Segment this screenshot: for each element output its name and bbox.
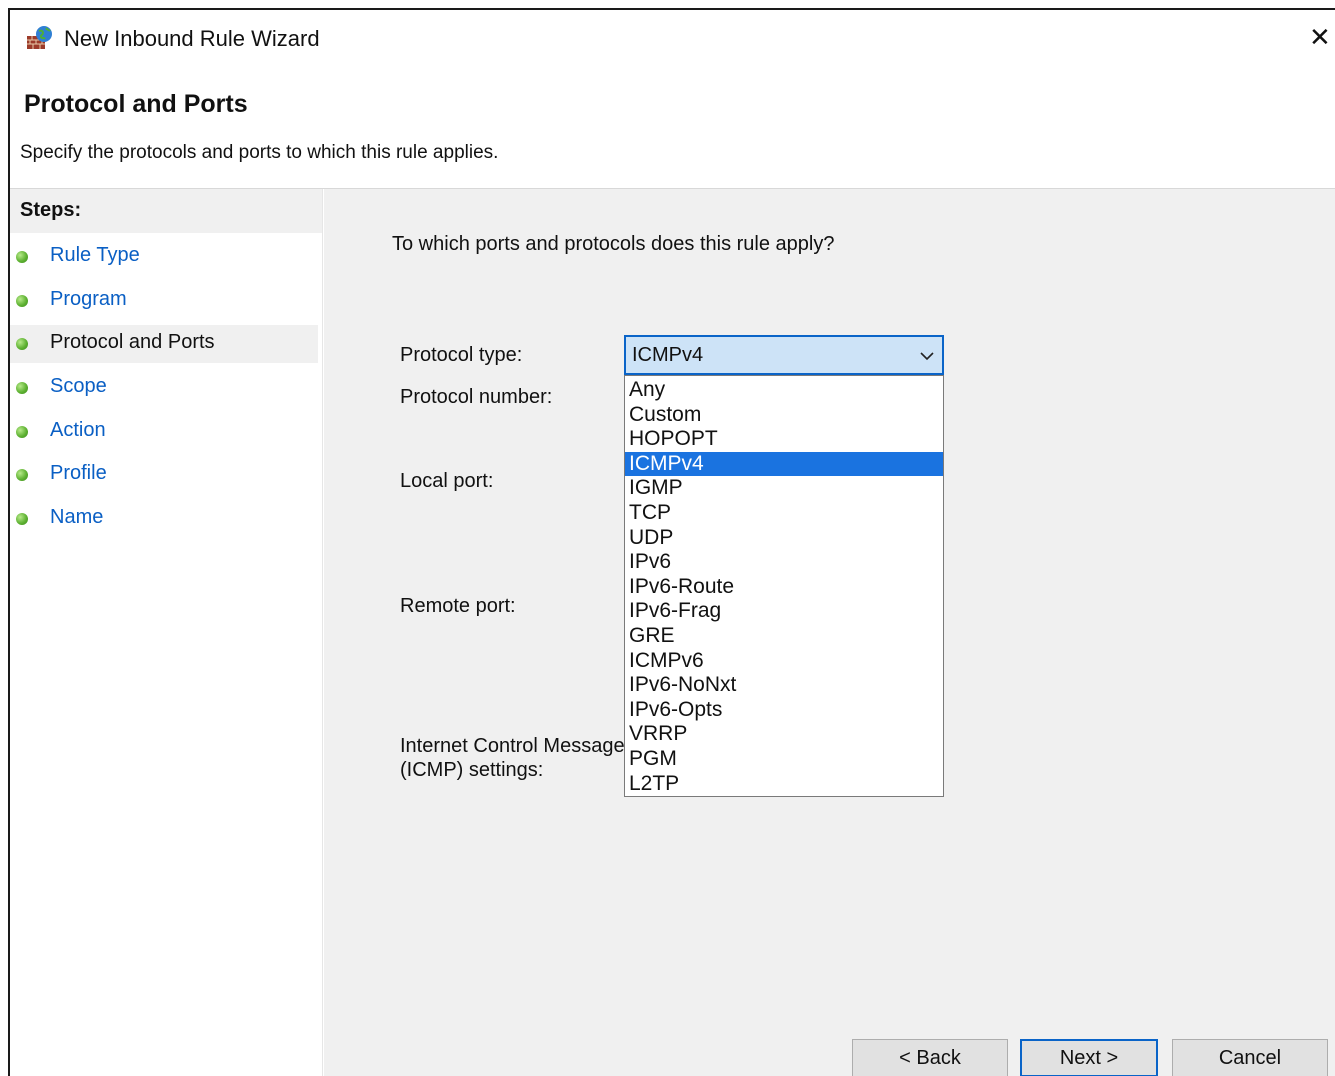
protocol-option[interactable]: HOPOPT	[625, 427, 943, 452]
step-label: Protocol and Ports	[50, 331, 215, 353]
step-label: Program	[50, 288, 127, 310]
protocol-option[interactable]: IPv6	[625, 550, 943, 575]
protocol-option[interactable]: IPv6-NoNxt	[625, 673, 943, 698]
green-dot-icon	[16, 251, 28, 263]
step-program[interactable]: Program	[10, 282, 318, 320]
wizard-header: Protocol and Ports Specify the protocols…	[10, 68, 1335, 189]
step-profile[interactable]: Profile	[10, 456, 318, 494]
green-dot-icon	[16, 382, 28, 394]
remote-port-label: Remote port:	[400, 595, 516, 617]
step-label: Scope	[50, 375, 107, 397]
protocol-option[interactable]: L2TP	[625, 772, 943, 797]
step-action[interactable]: Action	[10, 413, 318, 451]
step-protocol-and-ports[interactable]: Protocol and Ports	[10, 325, 318, 363]
icmp-settings-label-line1: Internet Control Message	[400, 735, 625, 757]
green-dot-icon	[16, 295, 28, 307]
firewall-icon	[26, 24, 54, 52]
question-text: To which ports and protocols does this r…	[392, 233, 835, 255]
close-icon[interactable]: ✕	[1309, 20, 1335, 54]
step-label: Rule Type	[50, 244, 140, 266]
protocol-option[interactable]: IPv6-Route	[625, 575, 943, 600]
title-bar: New Inbound Rule Wizard ✕	[10, 10, 1335, 68]
step-label: Name	[50, 506, 104, 528]
cancel-button[interactable]: Cancel	[1172, 1039, 1328, 1076]
window-title: New Inbound Rule Wizard	[64, 26, 320, 51]
protocol-option[interactable]: GRE	[625, 624, 943, 649]
protocol-option[interactable]: IGMP	[625, 476, 943, 501]
page-title: Protocol and Ports	[24, 90, 248, 118]
green-dot-icon	[16, 338, 28, 350]
protocol-number-label: Protocol number:	[400, 386, 553, 408]
chevron-down-icon	[918, 343, 936, 367]
back-button[interactable]: < Back	[852, 1039, 1008, 1076]
green-dot-icon	[16, 513, 28, 525]
protocol-option[interactable]: IPv6-Opts	[625, 698, 943, 723]
local-port-label: Local port:	[400, 470, 494, 492]
steps-title: Steps:	[20, 199, 82, 221]
protocol-type-label: Protocol type:	[400, 344, 523, 366]
protocol-option[interactable]: VRRP	[625, 722, 943, 747]
protocol-type-dropdown-list[interactable]: Any Custom HOPOPT ICMPv4 IGMP TCP UDP IPv6 IPv6-…	[624, 375, 944, 797]
protocol-option[interactable]: UDP	[625, 526, 943, 551]
protocol-option[interactable]: ICMPv4	[625, 451, 943, 477]
main-pane: To which ports and protocols does this r…	[324, 189, 1335, 1076]
icmp-settings-label-line2: (ICMP) settings:	[400, 759, 544, 781]
steps-pane: Steps: Rule Type Program Protocol and Po…	[10, 189, 323, 1076]
step-name[interactable]: Name	[10, 500, 318, 538]
protocol-type-select[interactable]: ICMPv4	[624, 335, 944, 375]
green-dot-icon	[16, 469, 28, 481]
protocol-option[interactable]: PGM	[625, 747, 943, 772]
wizard-window: New Inbound Rule Wizard ✕ Protocol and P…	[8, 8, 1335, 1076]
protocol-option[interactable]: Custom	[625, 403, 943, 428]
protocol-option[interactable]: Any	[625, 378, 943, 403]
page-subtitle: Specify the protocols and ports to which…	[20, 142, 499, 163]
step-rule-type[interactable]: Rule Type	[10, 238, 318, 276]
step-scope[interactable]: Scope	[10, 369, 318, 407]
protocol-option[interactable]: ICMPv6	[625, 649, 943, 674]
green-dot-icon	[16, 426, 28, 438]
protocol-option[interactable]: TCP	[625, 501, 943, 526]
step-label: Action	[50, 419, 106, 441]
protocol-option[interactable]: IPv6-Frag	[625, 599, 943, 624]
step-label: Profile	[50, 462, 107, 484]
next-button[interactable]: Next >	[1020, 1039, 1158, 1076]
protocol-type-value: ICMPv4	[632, 344, 704, 366]
steps-header: Steps:	[10, 189, 322, 233]
